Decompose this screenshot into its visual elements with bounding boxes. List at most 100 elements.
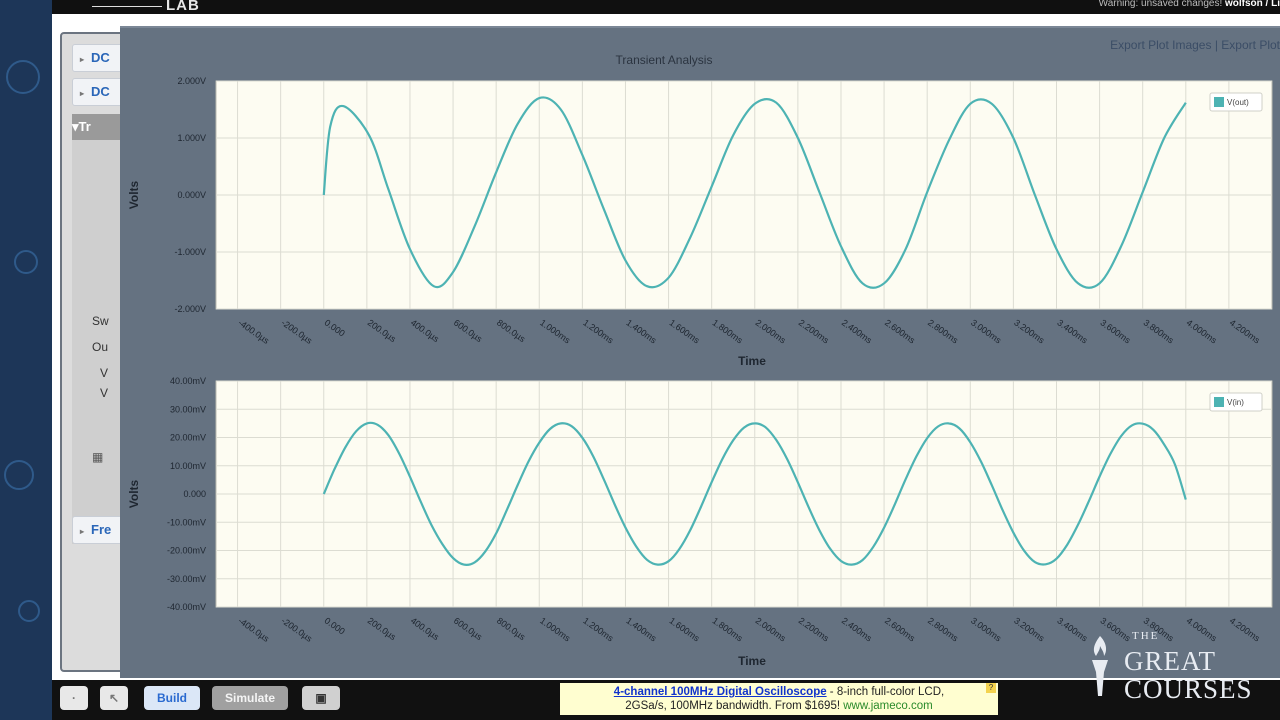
plots-svg: -400.0µs -200.0µs 0.000 200.0µs 400.0µs 600.0… <box>127 53 1273 668</box>
legend-swatch <box>1214 97 1224 107</box>
x-tick-label: 1.000ms <box>538 317 572 345</box>
great-courses-watermark: THE GREAT COURSES <box>1080 630 1270 704</box>
export-plot-data-link[interactable]: Export Plot <box>1221 38 1280 52</box>
ad-banner[interactable]: 4-channel 100MHz Digital Oscilloscope - … <box>560 683 998 715</box>
ad-text: 2GSa/s, 100MHz bandwidth. From $1695! <box>625 700 841 712</box>
y-tick-label: -1.000V <box>174 247 206 257</box>
x-tick-label: 1.600ms <box>667 615 701 643</box>
x-tick-label: 2.400ms <box>840 615 874 643</box>
x-axis-label: Time <box>738 354 766 368</box>
y-tick-label: 2.000V <box>177 76 206 86</box>
x-tick-label: 2.800ms <box>926 615 960 643</box>
circuit-trace <box>4 460 34 490</box>
x-tick-label: 0.000 <box>323 317 347 338</box>
pointer-tool-button[interactable]: ↖ <box>100 686 128 710</box>
x-tick-label: 1.800ms <box>711 615 745 643</box>
export-plot-images-link[interactable]: Export Plot Images <box>1110 38 1211 52</box>
legend-label: V(in) <box>1227 398 1244 407</box>
x-tick-label: 200.0µs <box>366 615 399 642</box>
panel-row-label: Ou <box>92 340 109 354</box>
pointer-icon: ↖ <box>108 691 120 705</box>
build-button[interactable]: Build <box>144 686 200 710</box>
x-tick-label: 200.0µs <box>366 317 399 344</box>
x-tick-label: 3.600ms <box>1098 317 1132 345</box>
y-tick-label: 0.000V <box>177 190 206 200</box>
x-tick-label: 2.600ms <box>883 615 917 643</box>
x-tick-label: 3.000ms <box>969 615 1003 643</box>
x-tick-label: 2.800ms <box>926 317 960 345</box>
circuit-trace <box>6 60 40 94</box>
legend-label: V(out) <box>1227 98 1249 107</box>
x-tick-label: 2.000ms <box>754 615 788 643</box>
ad-title-link[interactable]: 4-channel 100MHz Digital Oscilloscope <box>614 686 827 698</box>
circuit-trace <box>18 600 40 622</box>
x-tick-label: 3.400ms <box>1055 317 1089 345</box>
x-tick-label: 1.000ms <box>538 615 572 643</box>
y-tick-label: -30.00mV <box>167 574 206 584</box>
ad-text: - 8-inch full-color LCD, <box>826 686 945 698</box>
simulate-button[interactable]: Simulate <box>212 686 288 710</box>
panel-row-label: V <box>100 386 109 400</box>
torch-icon <box>1092 636 1108 696</box>
ad-url-link[interactable]: www.jameco.com <box>843 700 932 712</box>
watermark-great: GREAT <box>1124 646 1216 676</box>
y-tick-label: 40.00mV <box>170 376 206 386</box>
user-link[interactable]: wolfson / Li <box>1225 0 1280 9</box>
x-tick-label: 400.0µs <box>409 615 442 642</box>
y-tick-label: -10.00mV <box>167 517 206 527</box>
panel-row-label: V <box>100 366 109 380</box>
y-tick-label: -40.00mV <box>167 602 206 612</box>
x-tick-label: 1.400ms <box>624 615 658 643</box>
x-tick-label: 1.800ms <box>711 317 745 345</box>
y-axis-label: Volts <box>127 479 141 508</box>
table-icon[interactable]: ▦ <box>92 450 103 464</box>
x-tick-label: -200.0µs <box>280 615 315 644</box>
x-tick-label: 400.0µs <box>409 317 442 344</box>
x-tick-label: 800.0µs <box>495 317 528 344</box>
image-button[interactable]: ▣ <box>302 686 340 710</box>
x-tick-label: -400.0µs <box>236 615 271 644</box>
y-tick-label: 1.000V <box>177 133 206 143</box>
ad-info-icon[interactable]: ? <box>986 683 996 693</box>
x-tick-label: 600.0µs <box>452 615 485 642</box>
x-tick-label: 3.200ms <box>1012 615 1046 643</box>
x-tick-label: 2.200ms <box>797 615 831 643</box>
image-icon: ▣ <box>315 691 327 705</box>
y-axis-label: Volts <box>127 180 141 209</box>
x-tick-label: 3.200ms <box>1012 317 1046 345</box>
watermark-courses: COURSES <box>1124 674 1253 704</box>
app-logo: LAB <box>92 0 200 14</box>
x-tick-label: 1.200ms <box>581 615 615 643</box>
y-tick-label: -20.00mV <box>167 546 206 556</box>
y-tick-label: -2.000V <box>174 304 206 314</box>
x-tick-label: -200.0µs <box>280 317 315 346</box>
x-tick-label: 2.600ms <box>883 317 917 345</box>
circuit-background <box>0 0 52 720</box>
x-tick-label: 4.000ms <box>1185 317 1219 345</box>
link-separator: | <box>1214 38 1218 52</box>
legend-swatch <box>1214 397 1224 407</box>
x-axis-label: Time <box>738 654 766 668</box>
x-tick-label: 1.400ms <box>624 317 658 345</box>
x-tick-label: 2.000ms <box>754 317 788 345</box>
x-tick-label: 0.000 <box>323 615 347 636</box>
x-tick-label: 3.800ms <box>1142 317 1176 345</box>
x-tick-label: 600.0µs <box>452 317 485 344</box>
x-tick-label: 1.200ms <box>581 317 615 345</box>
unsaved-warning: Warning: unsaved changes! wolfson / Li <box>1099 0 1280 9</box>
y-tick-label: 30.00mV <box>170 404 206 414</box>
x-tick-label: 2.400ms <box>840 317 874 345</box>
x-tick-label: 4.200ms <box>1228 317 1262 345</box>
watermark-the: THE <box>1132 630 1160 642</box>
x-tick-label: 1.600ms <box>667 317 701 345</box>
panel-row-label: Sw <box>92 314 109 328</box>
chart-title: Transient Analysis <box>616 53 713 67</box>
y-tick-label: 0.000 <box>183 489 206 499</box>
y-tick-label: 10.00mV <box>170 461 206 471</box>
x-tick-label: 2.200ms <box>797 317 831 345</box>
undo-button[interactable]: · <box>60 686 88 710</box>
y-tick-label: 20.00mV <box>170 433 206 443</box>
x-tick-label: 3.000ms <box>969 317 1003 345</box>
circuit-trace <box>14 250 38 274</box>
export-links: Export Plot Images | Export Plot <box>1110 38 1280 52</box>
